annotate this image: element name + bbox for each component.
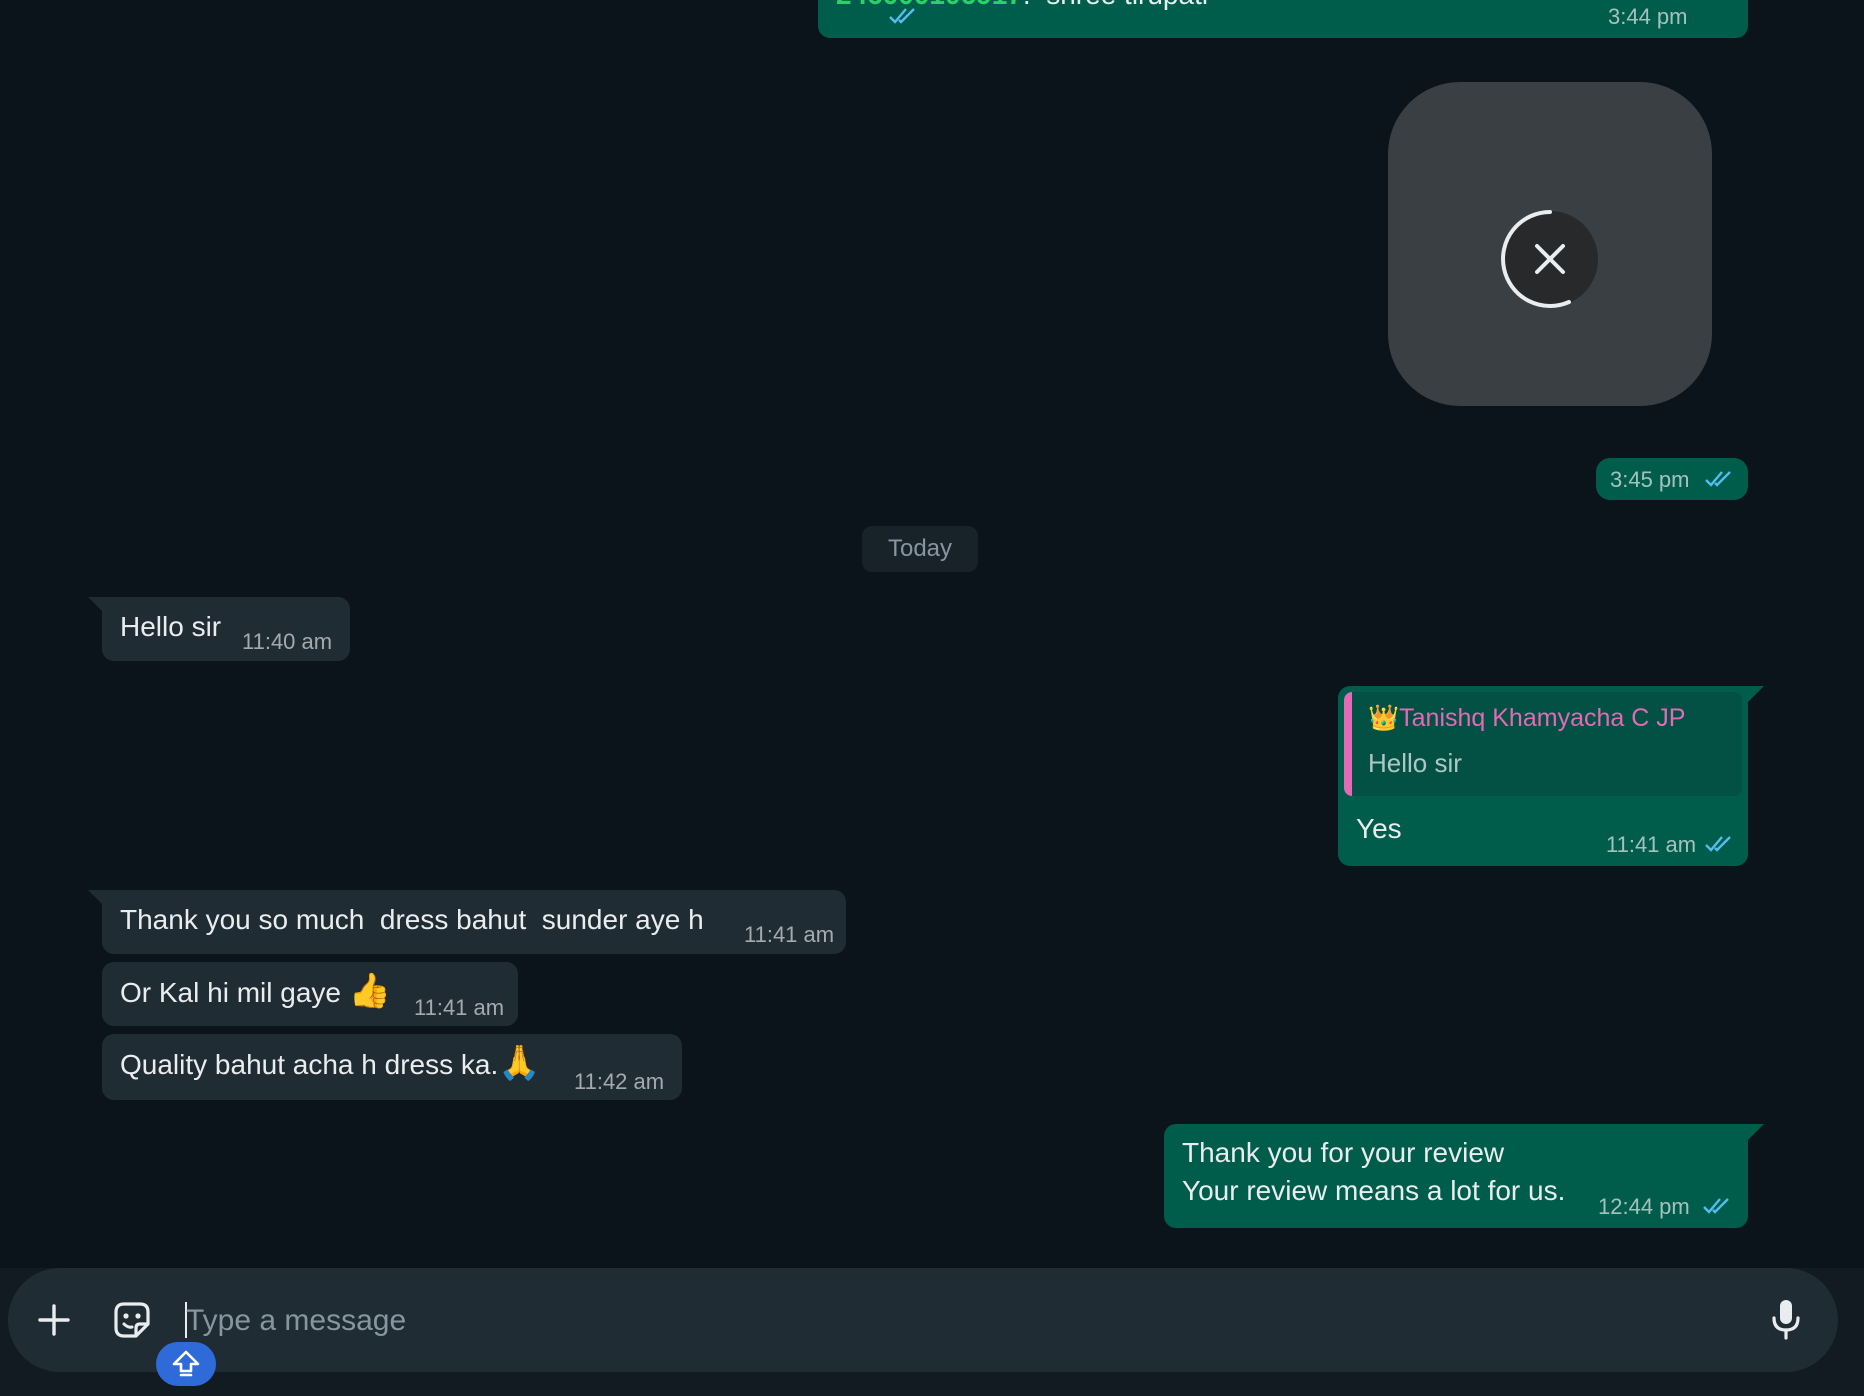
quoted-message[interactable]: 👑Tanishq Khamyacha C JP Hello sir <box>1344 692 1742 796</box>
bubble-tail <box>1748 1124 1764 1140</box>
message-time: 12:44 pm <box>1598 1194 1690 1219</box>
bubble-tail <box>1748 686 1764 702</box>
message-text: Thank you so much dress bahut sunder aye… <box>120 904 704 935</box>
message-bubble-outgoing[interactable]: Thank you for your review Your review me… <box>1164 1124 1748 1228</box>
shift-up-icon <box>172 1350 200 1377</box>
attach-button[interactable] <box>30 1296 78 1344</box>
message-time: 11:40 am <box>242 629 333 654</box>
read-ticks-icon <box>1705 836 1731 852</box>
read-ticks-icon <box>1703 1198 1729 1214</box>
message-input[interactable] <box>184 1298 1688 1344</box>
cancel-upload-button[interactable] <box>1499 208 1601 310</box>
message-time: 11:41 am <box>414 995 505 1020</box>
plus-icon <box>38 1304 70 1336</box>
sticker-button[interactable] <box>108 1296 156 1344</box>
read-ticks-icon <box>1705 471 1731 487</box>
quote-accent-bar <box>1344 692 1352 796</box>
message-time: 11:42 am <box>574 1069 665 1094</box>
shift-indicator-button[interactable] <box>156 1342 216 1386</box>
folded-hands-emoji: 🙏 <box>498 1044 541 1082</box>
thumbs-up-emoji: 👍 <box>348 972 392 1010</box>
message-bubble-incoming[interactable]: Or Kal hi mil gaye 👍 11:41 am <box>102 962 518 1026</box>
voice-message-button[interactable] <box>1762 1294 1810 1346</box>
message-text-line-1: Thank you for your review <box>1182 1137 1505 1168</box>
order-number-link[interactable]: 246000106917 <box>836 0 1023 10</box>
date-divider: Today <box>862 526 978 572</box>
message-text-line-2: Your review means a lot for us. <box>1182 1175 1566 1206</box>
message-text: Or Kal hi mil gaye <box>120 977 341 1008</box>
crown-emoji: 👑 <box>1368 704 1400 732</box>
message-bubble-incoming[interactable]: Thank you so much dress bahut sunder aye… <box>102 890 846 954</box>
message-bubble-incoming[interactable]: Hello sir 11:40 am <box>102 597 350 661</box>
close-icon <box>1501 210 1598 308</box>
media-upload-tile[interactable] <box>1388 82 1712 406</box>
message-time: 11:41 am <box>1606 832 1697 857</box>
message-time: 11:41 am <box>744 922 835 947</box>
message-bubble-outgoing[interactable]: 246000106917. shree tirupati 3:44 pm <box>818 0 1748 38</box>
message-text: Hello sir <box>120 611 222 642</box>
separator: . <box>1023 0 1031 10</box>
quote-text: Hello sir <box>1368 748 1462 778</box>
message-text: Quality bahut acha h dress ka. <box>120 1049 499 1080</box>
sticker-icon <box>114 1302 150 1338</box>
message-bubble-outgoing[interactable]: 👑Tanishq Khamyacha C JP Hello sir Yes 11… <box>1338 686 1748 866</box>
quote-author: 👑Tanishq Khamyacha C JP <box>1368 704 1686 732</box>
message-time: 3:44 pm <box>1608 4 1688 29</box>
message-time: 3:45 pm <box>1610 467 1690 492</box>
read-ticks-icon <box>889 8 915 24</box>
message-bubble-incoming[interactable]: Quality bahut acha h dress ka.🙏 11:42 am <box>102 1034 682 1100</box>
message-text: Yes <box>1356 813 1402 844</box>
mic-icon <box>1772 1300 1800 1340</box>
message-text: shree tirupati <box>1046 0 1208 10</box>
media-time-chip: 3:45 pm <box>1596 458 1748 500</box>
